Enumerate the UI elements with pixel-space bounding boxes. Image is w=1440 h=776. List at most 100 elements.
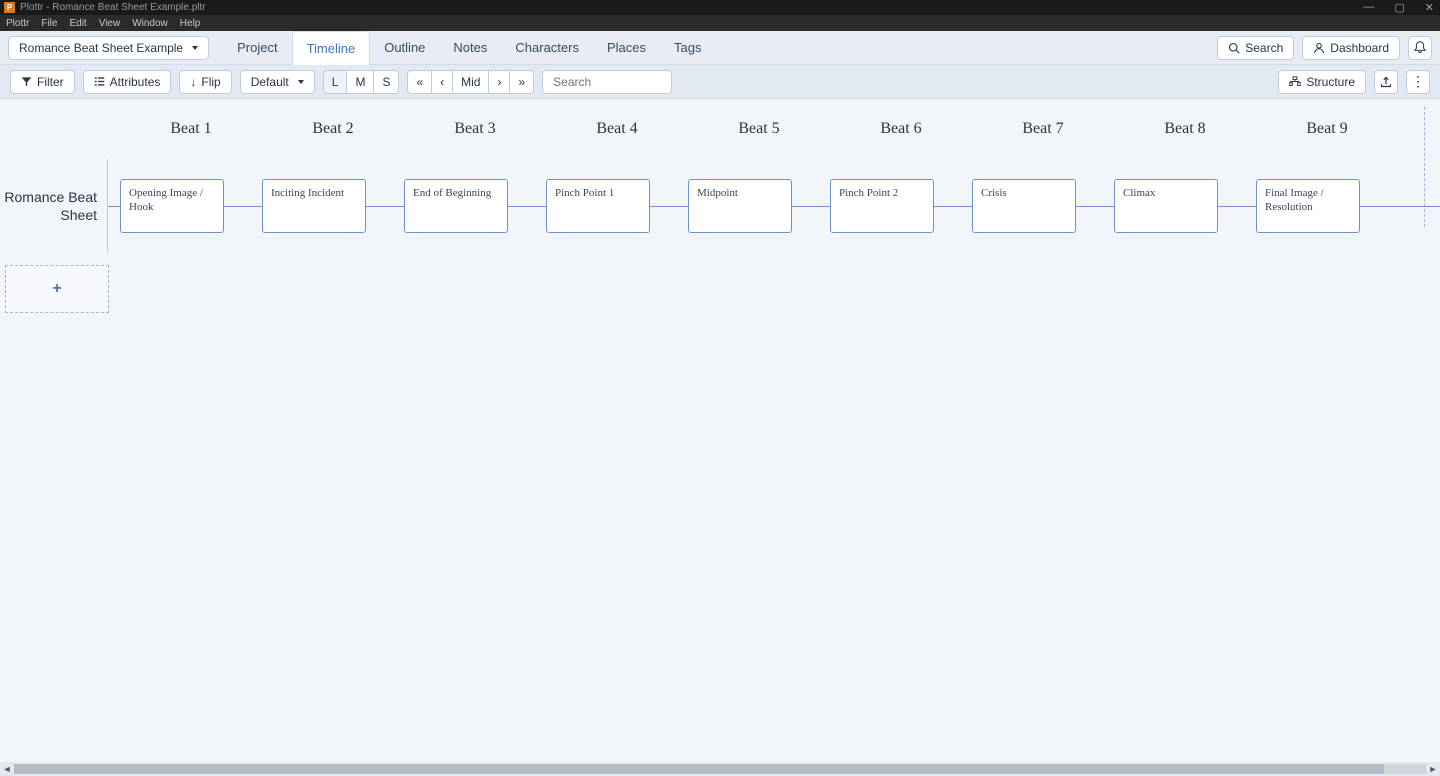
scene-card[interactable]: Pinch Point 1 (546, 179, 650, 233)
beat-header[interactable]: Beat 5 (688, 120, 830, 138)
dashboard-button-label: Dashboard (1330, 41, 1389, 55)
title-bar: P Plottr - Romance Beat Sheet Example.pl… (0, 0, 1440, 15)
menu-view[interactable]: View (99, 18, 121, 29)
filter-label: Filter (37, 75, 64, 89)
chevron-right-icon: › (497, 75, 501, 89)
zoom-size-s[interactable]: S (373, 70, 399, 94)
tab-characters[interactable]: Characters (501, 31, 593, 64)
menu-window[interactable]: Window (132, 18, 168, 29)
scene-card[interactable]: Inciting Incident (262, 179, 366, 233)
zoom-preset-selector[interactable]: Default (240, 70, 315, 94)
plus-icon: + (52, 280, 61, 298)
tab-tags[interactable]: Tags (660, 31, 715, 64)
zoom-size-l[interactable]: L (323, 70, 348, 94)
beat-header[interactable]: Beat 2 (262, 120, 404, 138)
structure-label: Structure (1306, 75, 1355, 89)
window-minimize-icon[interactable]: — (1363, 1, 1374, 14)
nav-mid[interactable]: Mid (452, 70, 489, 94)
add-plotline-button[interactable]: + (5, 265, 109, 313)
scene-card[interactable]: Crisis (972, 179, 1076, 233)
chevron-double-right-icon: » (518, 75, 525, 89)
nav-next[interactable]: › (488, 70, 510, 94)
beat-header[interactable]: Beat 1 (120, 120, 262, 138)
notifications-button[interactable] (1408, 36, 1432, 60)
cards-strip: Opening Image / Hook Inciting Incident E… (108, 179, 1398, 233)
caret-down-icon (192, 46, 198, 50)
plotline-row: Romance Beat Sheet Opening Image / Hook … (0, 159, 1440, 253)
zoom-size-m[interactable]: M (346, 70, 374, 94)
search-button-label: Search (1245, 41, 1283, 55)
scene-card[interactable]: Final Image / Resolution (1256, 179, 1360, 233)
nav-first[interactable]: « (407, 70, 432, 94)
zoom-size-group: L M S (323, 70, 400, 94)
plotline-title[interactable]: Romance Beat Sheet (0, 159, 108, 253)
menu-help[interactable]: Help (180, 18, 201, 29)
caret-down-icon (298, 80, 304, 84)
beat-header[interactable]: Beat 6 (830, 120, 972, 138)
flip-label: Flip (201, 75, 220, 89)
nav-bar: Romance Beat Sheet Example Project Timel… (0, 31, 1440, 65)
menu-bar: Plottr File Edit View Window Help (0, 15, 1440, 31)
scene-card[interactable]: Midpoint (688, 179, 792, 233)
scene-card[interactable]: Pinch Point 2 (830, 179, 934, 233)
kebab-icon: ⋮ (1411, 78, 1425, 85)
flip-arrow-icon: ↓ (190, 75, 196, 89)
zoom-preset-label: Default (251, 75, 289, 89)
plotline-title-text: Romance Beat Sheet (0, 188, 97, 224)
window-maximize-icon[interactable]: ▢ (1394, 1, 1404, 14)
filter-icon (21, 76, 32, 87)
nav-prev[interactable]: ‹ (431, 70, 453, 94)
menu-plottr[interactable]: Plottr (6, 18, 29, 29)
dashboard-button[interactable]: Dashboard (1302, 36, 1400, 60)
window-title: Plottr - Romance Beat Sheet Example.pltr (20, 2, 206, 13)
beat-header[interactable]: Beat 8 (1114, 120, 1256, 138)
tab-notes[interactable]: Notes (439, 31, 501, 64)
filter-button[interactable]: Filter (10, 70, 75, 94)
scene-card[interactable]: End of Beginning (404, 179, 508, 233)
project-selector[interactable]: Romance Beat Sheet Example (8, 36, 209, 60)
attributes-label: Attributes (110, 75, 161, 89)
scroll-track[interactable] (14, 764, 1426, 774)
beat-header[interactable]: Beat 7 (972, 120, 1114, 138)
more-actions-button[interactable]: ⋮ (1406, 70, 1430, 94)
list-icon (94, 76, 105, 87)
tab-timeline[interactable]: Timeline (292, 31, 371, 65)
structure-button[interactable]: Structure (1278, 70, 1366, 94)
window-controls: — ▢ ✕ (1363, 1, 1434, 14)
chevron-left-icon: ‹ (440, 75, 444, 89)
toolbar: Filter Attributes ↓ Flip Default L M S «… (0, 65, 1440, 99)
search-button[interactable]: Search (1217, 36, 1294, 60)
menu-file[interactable]: File (41, 18, 57, 29)
timeline-canvas: Beat 1 Beat 2 Beat 3 Beat 4 Beat 5 Beat … (0, 99, 1440, 762)
beat-header[interactable]: Beat 3 (404, 120, 546, 138)
main-tabs: Project Timeline Outline Notes Character… (223, 31, 715, 64)
export-button[interactable] (1374, 70, 1398, 94)
nav-last[interactable]: » (509, 70, 534, 94)
bell-icon (1414, 41, 1426, 54)
export-icon (1380, 76, 1392, 88)
scroll-right-icon[interactable]: ► (1426, 764, 1440, 774)
scene-card[interactable]: Opening Image / Hook (120, 179, 224, 233)
structure-icon (1289, 76, 1301, 87)
beat-header-row: Beat 1 Beat 2 Beat 3 Beat 4 Beat 5 Beat … (0, 99, 1440, 159)
window-close-icon[interactable]: ✕ (1425, 1, 1434, 14)
beat-header[interactable]: Beat 9 (1256, 120, 1398, 138)
menu-edit[interactable]: Edit (69, 18, 86, 29)
scene-card[interactable]: Climax (1114, 179, 1218, 233)
scroll-left-icon[interactable]: ◄ (0, 764, 14, 774)
horizontal-scrollbar[interactable]: ◄ ► (0, 762, 1440, 776)
tab-places[interactable]: Places (593, 31, 660, 64)
scroll-thumb[interactable] (14, 764, 1384, 774)
user-icon (1313, 42, 1325, 54)
tab-outline[interactable]: Outline (370, 31, 439, 64)
timeline-search-input[interactable] (542, 70, 672, 94)
attributes-button[interactable]: Attributes (83, 70, 172, 94)
flip-button[interactable]: ↓ Flip (179, 70, 231, 94)
app-icon: P (4, 2, 15, 13)
search-icon (1228, 42, 1240, 54)
chevron-double-left-icon: « (416, 75, 423, 89)
beat-header[interactable]: Beat 4 (546, 120, 688, 138)
timeline-nav-group: « ‹ Mid › » (407, 70, 534, 94)
project-selector-label: Romance Beat Sheet Example (19, 41, 183, 55)
tab-project[interactable]: Project (223, 31, 291, 64)
